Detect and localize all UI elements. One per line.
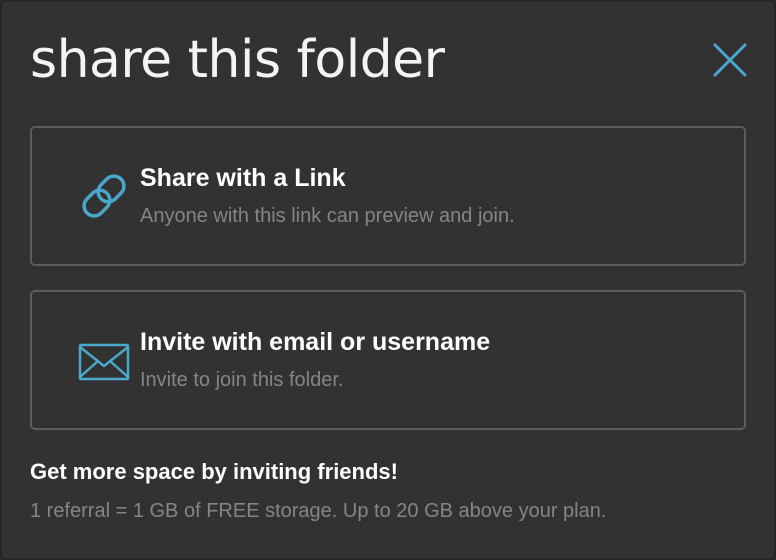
close-icon xyxy=(713,43,747,77)
share-link-title: Share with a Link xyxy=(140,164,346,192)
close-button[interactable] xyxy=(708,38,752,82)
referral-promo-text: 1 referral = 1 GB of FREE storage. Up to… xyxy=(30,500,607,522)
invite-email-option[interactable]: Invite with email or username Invite to … xyxy=(30,290,746,430)
invite-email-title: Invite with email or username xyxy=(140,328,491,356)
invite-email-subtitle: Invite to join this folder. xyxy=(140,369,344,391)
link-icon xyxy=(82,174,126,218)
dialog-title: share this folder xyxy=(30,30,445,90)
share-link-option[interactable]: Share with a Link Anyone with this link … xyxy=(30,126,746,266)
share-folder-dialog: share this folder Share with a Link Anyo… xyxy=(0,0,776,560)
envelope-icon xyxy=(78,343,130,381)
share-link-subtitle: Anyone with this link can preview and jo… xyxy=(140,205,515,227)
referral-promo-title: Get more space by inviting friends! xyxy=(30,459,398,484)
